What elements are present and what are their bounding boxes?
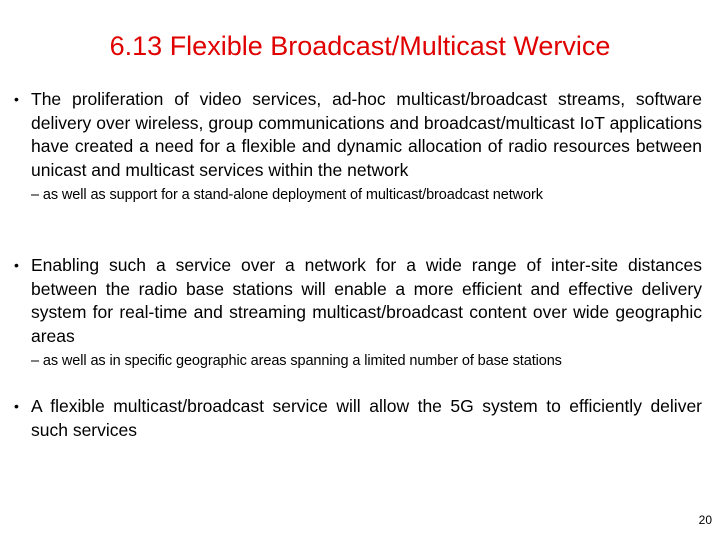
bullet-text: Enabling such a service over a network f… — [31, 255, 702, 346]
bullet-item: • The proliferation of video services, a… — [14, 88, 702, 205]
sub-bullet-text: – as well as support for a stand-alone d… — [31, 187, 543, 203]
page-number: 20 — [698, 513, 712, 527]
bullet-item: • A flexible multicast/broadcast service… — [14, 395, 702, 442]
slide-title: 6.13 Flexible Broadcast/Multicast Wervic… — [109, 31, 611, 61]
bullet-icon: • — [14, 91, 19, 107]
bullet-icon: • — [14, 257, 19, 273]
sub-bullet-text: – as well as in specific geographic area… — [31, 353, 562, 369]
bullet-text: The proliferation of video services, ad-… — [31, 89, 702, 180]
bullet-item: • Enabling such a service over a network… — [14, 254, 702, 371]
bullet-icon: • — [14, 398, 19, 414]
bullet-text: A flexible multicast/broadcast service w… — [31, 396, 702, 440]
